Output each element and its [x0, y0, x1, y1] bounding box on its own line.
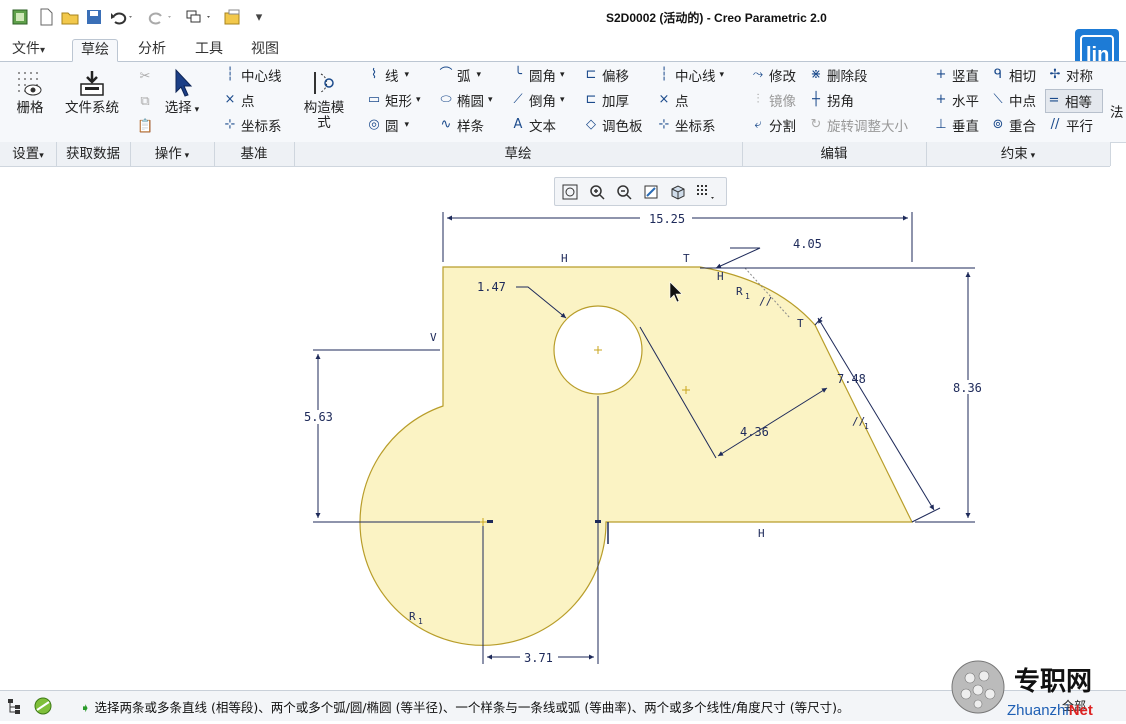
dim-left-height: 5.63	[304, 410, 333, 424]
dim-width: 15.25	[649, 212, 685, 226]
model-tree-icon	[8, 699, 20, 714]
constraint-parallel-a: //	[759, 295, 772, 308]
constraint-r-arc-sub: 1	[745, 292, 750, 301]
watermark-logo: 专职网 ZhuanzhiNet	[950, 654, 1126, 720]
browser-toggle[interactable]	[32, 695, 54, 717]
svg-text:ZhuanzhiNet: ZhuanzhiNet	[1007, 702, 1093, 719]
constraint-h-top: H	[561, 252, 568, 265]
dim-bottom: 3.71	[524, 651, 553, 665]
constraint-h-bottom: H	[758, 527, 765, 540]
dim-height: 8.36	[953, 381, 982, 395]
constraint-r-big-sub: 1	[418, 617, 423, 626]
constraint-h-arc: H	[717, 270, 724, 283]
constraint-parallel-b-sub: 1	[864, 422, 869, 431]
constraint-perp: T	[797, 317, 804, 330]
dim-hole: 1.47	[477, 280, 506, 294]
sketch-canvas[interactable]: 15.25 4.05 1.47 8.36 5.63 7.48 4.36 3.71…	[0, 0, 1126, 720]
dim-offset: 4.36	[740, 425, 769, 439]
dim-slant: 7.48	[837, 372, 866, 386]
svg-text:专职网: 专职网	[1014, 667, 1092, 697]
sketch-profile[interactable]	[359, 266, 913, 646]
constraint-r-big: R	[409, 610, 416, 623]
status-message: ➧ 选择两条或多条直线 (相等段)、两个或多个弧/圆/椭圆 (等半径)、一个样条…	[80, 700, 850, 715]
constraint-t: T	[683, 252, 690, 265]
dim-chamfer: 4.05	[793, 237, 822, 251]
model-tree-toggle[interactable]	[6, 697, 24, 715]
constraint-v: V	[430, 331, 437, 344]
browser-icon	[34, 697, 52, 715]
constraint-r-arc: R	[736, 285, 743, 298]
message-arrow-icon: ➧	[80, 700, 91, 715]
